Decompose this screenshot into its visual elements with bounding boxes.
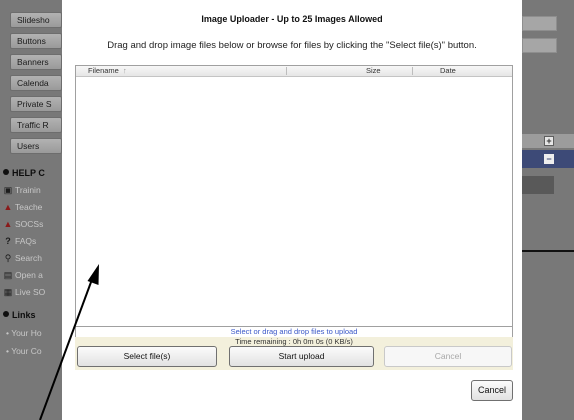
help-item-label: Open a <box>15 270 43 280</box>
help-item-live[interactable]: ▦ Live SO <box>3 287 46 298</box>
bullet-icon <box>3 311 9 317</box>
cancel-upload-button: Cancel <box>384 346 512 367</box>
help-heading-label: HELP C <box>12 168 45 178</box>
window-icon: ▦ <box>3 287 13 297</box>
nav-button-users[interactable]: Users <box>10 138 62 154</box>
help-item-label: Search <box>15 253 42 263</box>
nav-button-buttons[interactable]: Buttons <box>10 33 62 49</box>
column-header-date[interactable]: Date <box>440 66 456 76</box>
link-label: Your Ho <box>11 328 42 338</box>
nav-button-banners[interactable]: Banners <box>10 54 62 70</box>
help-item-socs[interactable]: ▲ SOCSs <box>3 219 44 230</box>
nav-button-calendar[interactable]: Calenda <box>10 75 62 91</box>
book-icon: ▣ <box>3 185 13 195</box>
help-item-training[interactable]: ▣ Trainin <box>3 185 41 196</box>
column-divider[interactable] <box>286 67 287 75</box>
help-item-label: FAQs <box>15 236 37 246</box>
help-item-search[interactable]: ⚲ Search <box>3 253 42 264</box>
help-item-label: Trainin <box>15 185 41 195</box>
help-item-label: Live SO <box>15 287 46 297</box>
image-uploader-dialog: Image Uploader - Up to 25 Images Allowed… <box>62 8 522 410</box>
collapse-icon[interactable]: − <box>544 154 554 164</box>
nav-button-traffic[interactable]: Traffic R <box>10 117 62 133</box>
column-header-filename[interactable]: Filename ↑ <box>88 66 278 76</box>
cancel-dialog-button[interactable]: Cancel <box>471 380 513 401</box>
nav-button-slideshow[interactable]: Slidesho <box>10 12 62 28</box>
start-upload-button[interactable]: Start upload <box>229 346 374 367</box>
column-label: Filename <box>88 66 119 75</box>
upload-status-text: Select or drag and drop files to upload <box>75 327 513 337</box>
background-divider <box>522 250 574 252</box>
help-center-heading: HELP C <box>3 167 45 179</box>
question-icon: ? <box>5 236 11 246</box>
sort-arrow-icon: ↑ <box>122 66 127 75</box>
background-text-field[interactable] <box>522 38 557 53</box>
upload-instructions: Drag and drop image files below or brows… <box>107 40 477 51</box>
help-item-faqs[interactable]: ? FAQs <box>3 236 36 247</box>
background-bar <box>522 176 554 194</box>
background-panel-header: + <box>522 134 574 148</box>
column-divider[interactable] <box>412 67 413 75</box>
background-content-right <box>522 0 574 420</box>
time-remaining-text: Time remaining : 0h 0m 0s (0 KB/s) <box>75 337 513 346</box>
background-panel-selected: − <box>522 150 574 168</box>
bullet-icon <box>3 169 9 175</box>
links-heading: Links <box>3 309 36 321</box>
dialog-title: Image Uploader - Up to 25 Images Allowed <box>201 14 383 24</box>
background-sidebar: Slidesho Buttons Banners Calenda Private… <box>0 0 62 420</box>
nav-button-private[interactable]: Private S <box>10 96 62 112</box>
teacher-icon: ▲ <box>3 219 13 229</box>
link-item-co[interactable]: • Your Co <box>6 346 42 357</box>
select-files-button[interactable]: Select file(s) <box>77 346 217 367</box>
expand-icon[interactable]: + <box>544 136 554 146</box>
help-item-open[interactable]: ▤ Open a <box>3 270 43 281</box>
help-item-teacher[interactable]: ▲ Teache <box>3 202 43 213</box>
teacher-icon: ▲ <box>3 202 13 212</box>
file-drop-list[interactable]: Filename ↑ Size Date <box>75 65 513 327</box>
link-item-home[interactable]: • Your Ho <box>6 328 42 339</box>
column-header-size[interactable]: Size <box>366 66 381 76</box>
monitor-icon: ▤ <box>3 270 13 280</box>
magnifier-icon: ⚲ <box>4 253 12 263</box>
background-text-field[interactable] <box>522 16 557 31</box>
links-heading-label: Links <box>12 310 36 320</box>
link-label: Your Co <box>11 346 42 356</box>
file-list-header: Filename ↑ Size Date <box>76 66 512 77</box>
help-item-label: Teache <box>15 202 43 212</box>
help-item-label: SOCSs <box>15 219 44 229</box>
